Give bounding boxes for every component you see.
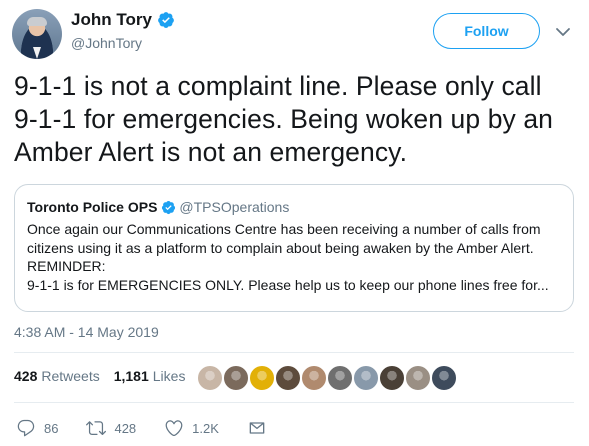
heart-icon xyxy=(165,420,183,437)
verified-badge-icon xyxy=(158,12,174,28)
quoted-tweet-card[interactable]: Toronto Police OPS @TPSOperations Once a… xyxy=(14,184,574,312)
message-button[interactable] xyxy=(247,418,267,438)
retweet-count: 428 xyxy=(114,420,137,436)
quoted-text-line: Once again our Communications Centre has… xyxy=(27,221,541,237)
verified-badge-icon xyxy=(162,200,176,214)
liker-avatar[interactable] xyxy=(327,365,353,391)
tweet-timestamp[interactable]: 4:38 AM - 14 May 2019 xyxy=(14,324,159,340)
liker-avatar[interactable] xyxy=(223,365,249,391)
avatar-hair xyxy=(27,17,47,26)
quoted-tweet-body: Once again our Communications Centre has… xyxy=(27,220,561,294)
liker-avatar[interactable] xyxy=(405,365,431,391)
divider xyxy=(14,352,574,353)
envelope-icon xyxy=(249,422,265,434)
liker-avatar[interactable] xyxy=(379,365,405,391)
tweet-text-line: Amber Alert is not an emergency. xyxy=(14,137,408,167)
retweets-label[interactable]: Retweets xyxy=(41,368,99,384)
chevron-down-icon[interactable] xyxy=(553,22,573,42)
author-handle[interactable]: @JohnTory xyxy=(71,35,142,51)
engagement-stats: 428 Retweets 1,181 Likes xyxy=(14,368,199,384)
divider xyxy=(14,402,574,403)
liker-avatar[interactable] xyxy=(275,365,301,391)
tweet-text: 9-1-1 is not a complaint line. Please on… xyxy=(14,70,584,169)
avatar-shirt xyxy=(33,47,41,59)
liker-avatar[interactable] xyxy=(197,365,223,391)
quoted-author-name: Toronto Police OPS xyxy=(27,199,158,215)
liker-avatars xyxy=(197,365,457,391)
tweet-actions: 86 428 1.2K xyxy=(16,418,295,438)
retweet-icon xyxy=(86,421,107,436)
quoted-tweet-header: Toronto Police OPS @TPSOperations xyxy=(27,199,561,215)
tweet-text-line: 9-1-1 is not a complaint line. Please on… xyxy=(14,71,542,101)
retweet-button[interactable]: 428 xyxy=(86,418,136,438)
reply-count: 86 xyxy=(44,420,59,436)
author-avatar[interactable] xyxy=(12,9,62,59)
likes-label[interactable]: Likes xyxy=(153,368,186,384)
author-display-name[interactable]: John Tory xyxy=(71,10,152,30)
like-button[interactable]: 1.2K xyxy=(164,418,219,438)
tweet-text-line: 9-1-1 for emergencies. Being woken up by… xyxy=(14,104,554,134)
author-name-row: John Tory xyxy=(71,10,175,30)
quoted-text-line: REMINDER: xyxy=(27,258,106,274)
quoted-text-line: 9-1-1 is for EMERGENCIES ONLY. Please he… xyxy=(27,276,549,293)
liker-avatar[interactable] xyxy=(353,365,379,391)
quoted-author-handle: @TPSOperations xyxy=(179,199,290,215)
liker-avatar[interactable] xyxy=(249,365,275,391)
reply-button[interactable]: 86 xyxy=(16,418,58,438)
liker-avatar[interactable] xyxy=(431,365,457,391)
follow-button[interactable]: Follow xyxy=(433,13,540,49)
reply-icon xyxy=(17,419,35,437)
quoted-text-line: citizens using it as a platform to compl… xyxy=(27,239,534,256)
likes-count[interactable]: 1,181 xyxy=(114,368,149,384)
liker-avatar[interactable] xyxy=(301,365,327,391)
retweets-count[interactable]: 428 xyxy=(14,368,37,384)
like-count: 1.2K xyxy=(192,420,219,436)
